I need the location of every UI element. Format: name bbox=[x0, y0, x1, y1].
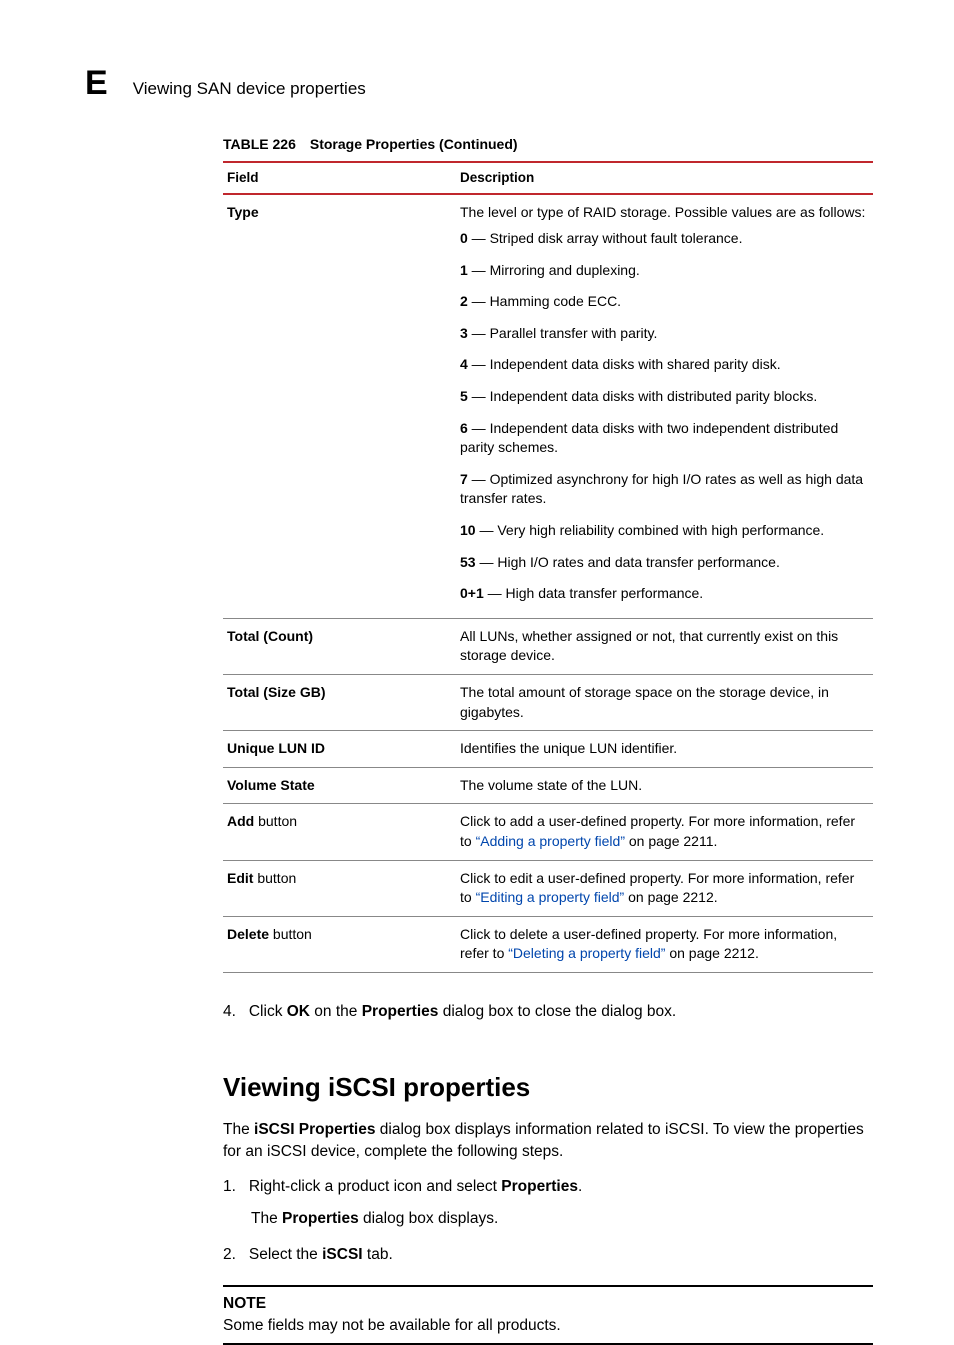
table-caption: TABLE 226Storage Properties (Continued) bbox=[223, 135, 873, 155]
storage-properties-table: Field Description Type The level or type… bbox=[223, 161, 873, 973]
step-4: 4. Click OK on the Properties dialog box… bbox=[223, 1001, 873, 1023]
table-row: Type The level or type of RAID storage. … bbox=[223, 194, 873, 618]
table-row: Unique LUN IDIdentifies the unique LUN i… bbox=[223, 731, 873, 768]
table-label: TABLE 226 bbox=[223, 136, 296, 152]
step-1-sub: The Properties dialog box displays. bbox=[223, 1208, 873, 1230]
col-field: Field bbox=[223, 162, 456, 195]
table-row: Total (Count)All LUNs, whether assigned … bbox=[223, 618, 873, 674]
note-text: Some fields may not be available for all… bbox=[223, 1315, 873, 1337]
table-title: Storage Properties (Continued) bbox=[296, 136, 518, 152]
col-description: Description bbox=[456, 162, 873, 195]
iscsi-steps: 1. Right-click a product icon and select… bbox=[223, 1176, 873, 1265]
link-editing-property[interactable]: “Editing a property field” bbox=[476, 889, 625, 905]
link-adding-property[interactable]: “Adding a property field” bbox=[476, 833, 625, 849]
raid-list: 0 — Striped disk array without fault tol… bbox=[460, 223, 869, 610]
table-row: Add button Click to add a user-defined p… bbox=[223, 804, 873, 860]
step-1: 1. Right-click a product icon and select… bbox=[223, 1176, 873, 1198]
running-header: E Viewing SAN device properties bbox=[85, 60, 869, 108]
heading-iscsi: Viewing iSCSI properties bbox=[223, 1069, 873, 1105]
desc-type: The level or type of RAID storage. Possi… bbox=[456, 194, 873, 618]
type-lead: The level or type of RAID storage. Possi… bbox=[460, 203, 869, 223]
iscsi-intro: The iSCSI Properties dialog box displays… bbox=[223, 1119, 873, 1162]
table-row: Volume StateThe volume state of the LUN. bbox=[223, 767, 873, 804]
table-row: Delete button Click to delete a user-def… bbox=[223, 916, 873, 972]
running-title: Viewing SAN device properties bbox=[133, 77, 366, 101]
note-label: NOTE bbox=[223, 1293, 873, 1315]
note-box: NOTE Some fields may not be available fo… bbox=[223, 1285, 873, 1344]
table-row: Total (Size GB)The total amount of stora… bbox=[223, 674, 873, 730]
link-deleting-property[interactable]: “Deleting a property field” bbox=[508, 945, 665, 961]
appendix-letter: E bbox=[85, 60, 108, 108]
table-row: Edit button Click to edit a user-defined… bbox=[223, 860, 873, 916]
page-content: TABLE 226Storage Properties (Continued) … bbox=[223, 135, 873, 1345]
field-type: Type bbox=[223, 194, 456, 618]
step-2: 2. Select the iSCSI tab. bbox=[223, 1244, 873, 1266]
